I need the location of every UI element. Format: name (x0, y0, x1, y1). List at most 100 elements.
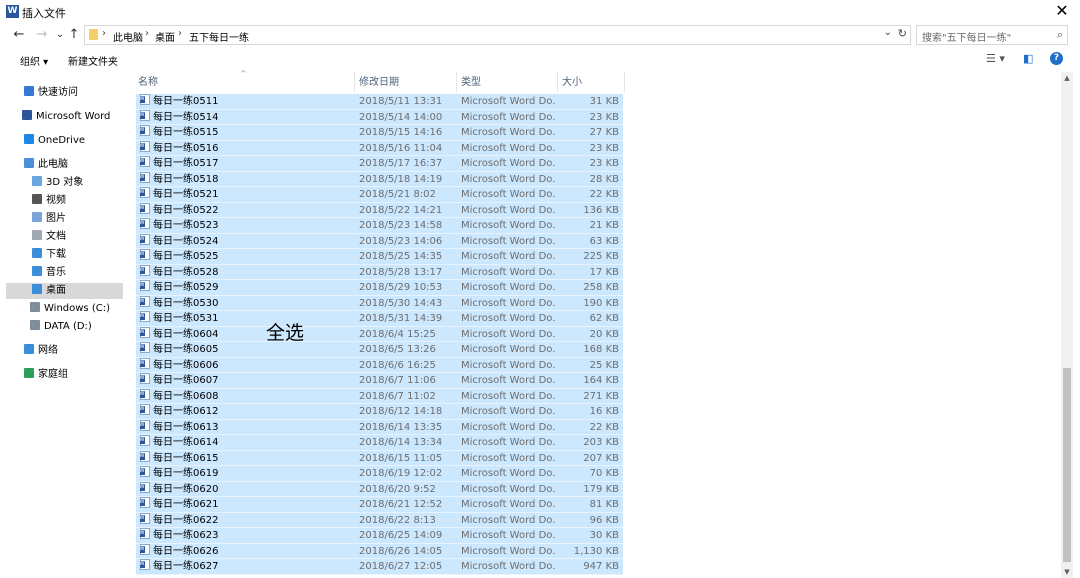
table-row[interactable]: 每日一练0614 2018/6/14 13:34 Microsoft Word Do… (136, 435, 623, 451)
table-row[interactable]: 每日一练0525 2018/5/25 14:35 Microsoft Word Do… (136, 249, 623, 265)
new-folder-button[interactable]: 新建文件夹 (68, 53, 118, 68)
sidebar-item-download[interactable]: 下载 (32, 247, 66, 263)
table-row[interactable]: 每日一练0607 2018/6/7 11:06 Microsoft Word Do.… (136, 373, 623, 389)
address-bar[interactable]: › 此电脑 › 桌面 › 五下每日一练 ⌄ ↻ (84, 25, 911, 45)
table-row[interactable]: 每日一练0518 2018/5/18 14:19 Microsoft Word Do… (136, 171, 623, 187)
file-name-text: 每日一练0528 (153, 266, 219, 278)
sidebar-item-homegroup[interactable]: 家庭组 (24, 367, 68, 383)
file-type: Microsoft Word Do... (461, 94, 556, 109)
table-row[interactable]: 每日一练0622 2018/6/22 8:13 Microsoft Word Do.… (136, 512, 623, 528)
sidebar-item-word[interactable]: Microsoft Word (22, 109, 110, 125)
refresh-icon[interactable]: ↻ (898, 27, 907, 40)
table-row[interactable]: 每日一练0613 2018/6/14 13:35 Microsoft Word Do… (136, 419, 623, 435)
address-dropdown-icon[interactable]: ⌄ (884, 27, 892, 38)
file-size: 20 KB (556, 327, 619, 342)
sidebar-item-picture[interactable]: 图片 (32, 211, 66, 227)
file-type: Microsoft Word Do... (461, 528, 556, 543)
table-row[interactable]: 每日一练0515 2018/5/15 14:16 Microsoft Word Do… (136, 125, 623, 141)
file-name: 每日一练0607 (140, 373, 354, 388)
table-row[interactable]: 每日一练0531 2018/5/31 14:39 Microsoft Word Do… (136, 311, 623, 327)
scroll-down-arrow-icon[interactable]: ▼ (1061, 566, 1073, 578)
sidebar-item-drive-c[interactable]: Windows (C:) (30, 301, 110, 317)
close-button[interactable]: ✕ (1054, 2, 1070, 20)
file-size-text: 70 KB (589, 468, 619, 479)
table-row[interactable]: 每日一练0627 2018/6/27 12:05 Microsoft Word Do… (136, 559, 623, 575)
sidebar-item-star[interactable]: 快速访问 (24, 85, 78, 101)
help-icon[interactable]: ? (1050, 52, 1063, 65)
view-options-icon[interactable]: ☰ ▾ (986, 52, 1005, 65)
table-row[interactable]: 每日一练0604 2018/6/4 15:25 Microsoft Word Do.… (136, 326, 623, 342)
up-button[interactable]: ↑ (66, 26, 82, 44)
table-row[interactable]: 每日一练0530 2018/5/30 14:43 Microsoft Word Do… (136, 295, 623, 311)
sidebar-item-cube[interactable]: 3D 对象 (32, 175, 83, 191)
column-divider[interactable] (456, 72, 457, 92)
table-row[interactable]: 每日一练0528 2018/5/28 13:17 Microsoft Word Do… (136, 264, 623, 280)
scroll-up-arrow-icon[interactable]: ▲ (1061, 72, 1073, 84)
table-row[interactable]: 每日一练0524 2018/5/23 14:06 Microsoft Word Do… (136, 233, 623, 249)
scroll-thumb[interactable] (1063, 368, 1071, 562)
table-row[interactable]: 每日一练0511 2018/5/11 13:31 Microsoft Word Do… (136, 94, 623, 110)
sidebar-item-computer[interactable]: 此电脑 (24, 157, 68, 173)
file-type: Microsoft Word Do... (461, 559, 556, 574)
table-row[interactable]: 每日一练0514 2018/5/14 14:00 Microsoft Word Do… (136, 109, 623, 125)
column-header-type[interactable]: 类型 (461, 74, 481, 92)
table-row[interactable]: 每日一练0606 2018/6/6 16:25 Microsoft Word Do.… (136, 357, 623, 373)
table-row[interactable]: 每日一练0623 2018/6/25 14:09 Microsoft Word Do… (136, 528, 623, 544)
search-input[interactable]: 搜索"五下每日一练" ⌕ (916, 25, 1068, 45)
file-type: Microsoft Word Do... (461, 435, 556, 450)
table-row[interactable]: 每日一练0615 2018/6/15 11:05 Microsoft Word Do… (136, 450, 623, 466)
file-name-text: 每日一练0518 (153, 173, 219, 185)
preview-pane-icon[interactable]: ◧ (1023, 52, 1033, 65)
column-divider[interactable] (557, 72, 558, 92)
file-type: Microsoft Word Do... (461, 420, 556, 435)
table-row[interactable]: 每日一练0612 2018/6/12 14:18 Microsoft Word Do… (136, 404, 623, 420)
breadcrumb-this-pc[interactable]: 此电脑 (113, 29, 143, 44)
table-row[interactable]: 每日一练0619 2018/6/19 12:02 Microsoft Word Do… (136, 466, 623, 482)
vertical-scrollbar[interactable]: ▲ ▼ (1061, 72, 1073, 578)
file-modified-date: 2018/6/27 12:05 (359, 559, 455, 574)
table-row[interactable]: 每日一练0626 2018/6/26 14:05 Microsoft Word Do… (136, 543, 623, 559)
forward-button[interactable]: → (34, 26, 50, 44)
cube-icon (32, 176, 42, 186)
table-row[interactable]: 每日一练0605 2018/6/5 13:26 Microsoft Word Do.… (136, 342, 623, 358)
back-button[interactable]: ← (11, 26, 27, 44)
table-row[interactable]: 每日一练0517 2018/5/17 16:37 Microsoft Word Do… (136, 156, 623, 172)
file-size: 22 KB (556, 187, 619, 202)
table-row[interactable]: 每日一练0621 2018/6/21 12:52 Microsoft Word Do… (136, 497, 623, 513)
table-row[interactable]: 每日一练0516 2018/5/16 11:04 Microsoft Word Do… (136, 140, 623, 156)
table-row[interactable]: 每日一练0620 2018/6/20 9:52 Microsoft Word Do.… (136, 481, 623, 497)
sidebar-item-music[interactable]: 音乐 (32, 265, 66, 281)
sidebar-item-desktop[interactable]: 桌面 (6, 283, 123, 299)
file-type-text: Microsoft Word Do... (461, 514, 556, 526)
column-header-date[interactable]: 修改日期 (359, 74, 399, 92)
sidebar-item-drive-d[interactable]: DATA (D:) (30, 319, 92, 335)
file-modified-date-text: 2018/6/12 14:18 (359, 406, 443, 417)
file-type: Microsoft Word Do... (461, 296, 556, 311)
column-divider[interactable] (354, 72, 355, 92)
file-name: 每日一练0528 (140, 264, 354, 280)
sidebar-item-network[interactable]: 网络 (24, 343, 58, 359)
table-row[interactable]: 每日一练0529 2018/5/29 10:53 Microsoft Word Do… (136, 280, 623, 296)
breadcrumb-desktop[interactable]: 桌面 (155, 29, 175, 44)
table-row[interactable]: 每日一练0522 2018/5/22 14:21 Microsoft Word Do… (136, 202, 623, 218)
table-row[interactable]: 每日一练0523 2018/5/23 14:58 Microsoft Word Do… (136, 218, 623, 234)
file-type-text: Microsoft Word Do... (461, 437, 556, 448)
table-row[interactable]: 每日一练0521 2018/5/21 8:02 Microsoft Word Do.… (136, 187, 623, 203)
file-name-text: 每日一练0607 (153, 375, 219, 386)
file-size-text: 96 KB (589, 514, 619, 526)
breadcrumb-separator: › (178, 28, 182, 39)
column-divider[interactable] (624, 72, 625, 92)
sidebar-item-label: 网络 (38, 345, 58, 356)
sidebar-item-document[interactable]: 文档 (32, 229, 66, 245)
sidebar-item-video[interactable]: 视频 (32, 193, 66, 209)
breadcrumb-current-folder[interactable]: 五下每日一练 (189, 29, 249, 44)
search-icon[interactable]: ⌕ (1057, 28, 1063, 42)
column-header-size[interactable]: 大小 (562, 74, 582, 92)
file-modified-date-text: 2018/6/15 11:05 (359, 452, 443, 464)
sidebar-item-cloud[interactable]: OneDrive (24, 133, 85, 149)
file-type: Microsoft Word Do... (461, 342, 556, 357)
file-name: 每日一练0613 (140, 419, 354, 435)
table-row[interactable]: 每日一练0608 2018/6/7 11:02 Microsoft Word Do.… (136, 388, 623, 404)
column-header-name[interactable]: 名称 (138, 74, 158, 92)
organize-button[interactable]: 组织 ▾ (20, 53, 48, 68)
